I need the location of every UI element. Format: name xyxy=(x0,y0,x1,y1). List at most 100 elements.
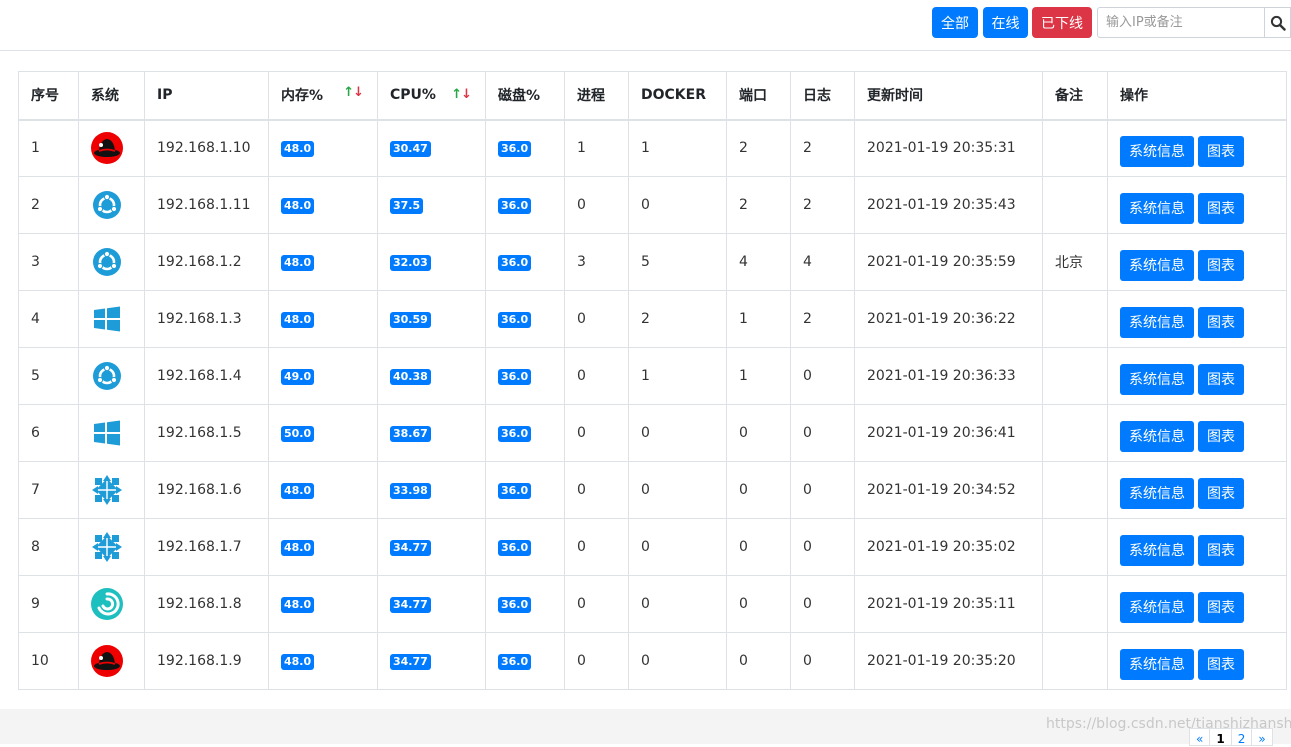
cell-docker: 0 xyxy=(628,461,727,519)
chart-button[interactable]: 图表 xyxy=(1198,249,1244,281)
cell-remark: 北京 xyxy=(1042,233,1108,291)
cell-seq: 7 xyxy=(18,461,79,519)
ubuntu-icon xyxy=(90,359,124,393)
cpu-badge: 37.5 xyxy=(390,197,424,214)
table-row: 4 192.168.1.3 48.0 30.59 36.0 0 2 1 2 20… xyxy=(18,290,1287,348)
search-button[interactable] xyxy=(1264,7,1291,38)
cell-remark xyxy=(1042,347,1108,405)
cell-cpu: 30.47 xyxy=(377,119,486,177)
cell-action: 系统信息 图表 xyxy=(1107,176,1287,234)
system-info-button[interactable]: 系统信息 xyxy=(1120,477,1194,509)
chart-button[interactable]: 图表 xyxy=(1198,534,1244,566)
cell-mem: 48.0 xyxy=(268,461,378,519)
cell-ip: 192.168.1.2 xyxy=(144,233,269,291)
filter-offline-button[interactable]: 已下线 xyxy=(1032,7,1092,38)
cell-action: 系统信息 图表 xyxy=(1107,632,1287,690)
cell-os xyxy=(78,119,145,177)
cell-docker: 5 xyxy=(628,233,727,291)
cell-port: 4 xyxy=(726,233,791,291)
cell-action: 系统信息 图表 xyxy=(1107,290,1287,348)
cell-log: 0 xyxy=(790,575,855,633)
cell-mem: 48.0 xyxy=(268,233,378,291)
chart-button[interactable]: 图表 xyxy=(1198,420,1244,452)
cell-proc: 0 xyxy=(564,404,629,462)
cell-os xyxy=(78,233,145,291)
search-input[interactable] xyxy=(1097,7,1265,38)
table-body: 1 192.168.1.10 48.0 30.47 36.0 1 1 2 2 2… xyxy=(18,119,1287,690)
chart-button[interactable]: 图表 xyxy=(1198,477,1244,509)
disk-badge: 36.0 xyxy=(498,311,532,328)
system-info-button[interactable]: 系统信息 xyxy=(1120,135,1194,167)
cpu-badge: 34.77 xyxy=(390,596,431,613)
system-info-button[interactable]: 系统信息 xyxy=(1120,420,1194,452)
system-info-button[interactable]: 系统信息 xyxy=(1120,648,1194,680)
cell-docker: 1 xyxy=(628,347,727,405)
system-info-button[interactable]: 系统信息 xyxy=(1120,249,1194,281)
header-log: 日志 xyxy=(790,71,855,121)
server-table: 序号 系统 IP 内存% ↑↓ CPU% ↑↓ 磁盘% 进程 DOCKER 端口 日… xyxy=(18,71,1287,690)
cell-log: 2 xyxy=(790,290,855,348)
system-info-button[interactable]: 系统信息 xyxy=(1120,192,1194,224)
chart-button[interactable]: 图表 xyxy=(1198,363,1244,395)
cell-updated: 2021-01-19 20:35:59 xyxy=(854,233,1043,291)
cell-cpu: 30.59 xyxy=(377,290,486,348)
cell-remark xyxy=(1042,575,1108,633)
filter-online-button[interactable]: 在线 xyxy=(983,7,1028,38)
cell-updated: 2021-01-19 20:36:33 xyxy=(854,347,1043,405)
cell-cpu: 38.67 xyxy=(377,404,486,462)
mem-sort-icon[interactable]: ↑↓ xyxy=(343,85,364,101)
cell-disk: 36.0 xyxy=(485,176,565,234)
chart-button[interactable]: 图表 xyxy=(1198,591,1244,623)
chart-button[interactable]: 图表 xyxy=(1198,135,1244,167)
mem-badge: 48.0 xyxy=(281,140,315,157)
page-next[interactable]: » xyxy=(1251,728,1273,746)
cell-remark xyxy=(1042,176,1108,234)
disk-badge: 36.0 xyxy=(498,140,532,157)
system-info-button[interactable]: 系统信息 xyxy=(1120,363,1194,395)
redhat-icon xyxy=(90,131,124,165)
mem-badge: 48.0 xyxy=(281,311,315,328)
debian-icon xyxy=(90,587,124,621)
mem-badge: 48.0 xyxy=(281,596,315,613)
chart-button[interactable]: 图表 xyxy=(1198,306,1244,338)
cell-cpu: 32.03 xyxy=(377,233,486,291)
cpu-badge: 30.47 xyxy=(390,140,431,157)
page-prev[interactable]: « xyxy=(1189,728,1211,746)
cell-port: 1 xyxy=(726,290,791,348)
cell-mem: 50.0 xyxy=(268,404,378,462)
filter-all-button[interactable]: 全部 xyxy=(932,7,978,38)
cell-docker: 0 xyxy=(628,404,727,462)
page-2[interactable]: 2 xyxy=(1230,728,1253,746)
cell-disk: 36.0 xyxy=(485,233,565,291)
cell-log: 4 xyxy=(790,233,855,291)
page-1[interactable]: 1 xyxy=(1209,728,1232,746)
chart-button[interactable]: 图表 xyxy=(1198,192,1244,224)
cell-ip: 192.168.1.11 xyxy=(144,176,269,234)
cell-port: 0 xyxy=(726,632,791,690)
header-port: 端口 xyxy=(726,71,791,121)
system-info-button[interactable]: 系统信息 xyxy=(1120,534,1194,566)
header-docker: DOCKER xyxy=(628,71,727,121)
cell-proc: 0 xyxy=(564,290,629,348)
pagination: « 1 2 » xyxy=(1189,728,1273,746)
mem-badge: 48.0 xyxy=(281,653,315,670)
cell-disk: 36.0 xyxy=(485,575,565,633)
cell-remark xyxy=(1042,290,1108,348)
table-row: 1 192.168.1.10 48.0 30.47 36.0 1 1 2 2 2… xyxy=(18,119,1287,177)
system-info-button[interactable]: 系统信息 xyxy=(1120,306,1194,338)
cell-seq: 3 xyxy=(18,233,79,291)
cell-proc: 0 xyxy=(564,632,629,690)
sort-down-icon: ↓ xyxy=(353,85,364,101)
cell-cpu: 34.77 xyxy=(377,575,486,633)
cell-mem: 48.0 xyxy=(268,119,378,177)
disk-badge: 36.0 xyxy=(498,254,532,271)
cell-action: 系统信息 图表 xyxy=(1107,575,1287,633)
cpu-sort-icon[interactable]: ↑↓ xyxy=(451,87,472,102)
cell-proc: 1 xyxy=(564,119,629,177)
chart-button[interactable]: 图表 xyxy=(1198,648,1244,680)
cell-remark xyxy=(1042,461,1108,519)
system-info-button[interactable]: 系统信息 xyxy=(1120,591,1194,623)
cpu-badge: 34.77 xyxy=(390,653,431,670)
cell-os xyxy=(78,290,145,348)
cell-action: 系统信息 图表 xyxy=(1107,404,1287,462)
